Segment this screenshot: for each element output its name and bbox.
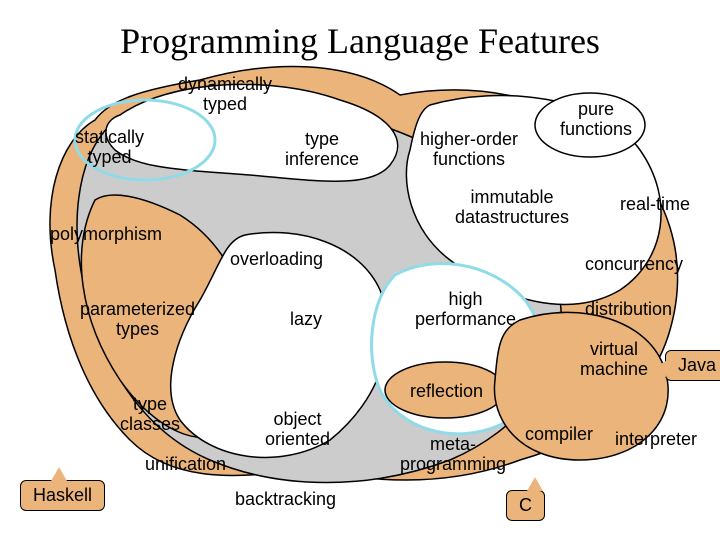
label-virtual-machine: virtual machine: [580, 340, 648, 380]
label-concurrency: concurrency: [585, 255, 683, 275]
label-compiler: compiler: [525, 425, 593, 445]
label-overloading: overloading: [230, 250, 323, 270]
label-interpreter: interpreter: [615, 430, 697, 450]
label-high-performance: high performance: [415, 290, 516, 330]
label-reflection: reflection: [410, 382, 483, 402]
label-higher-order-functions: higher-order functions: [420, 130, 518, 170]
label-statically-typed: statically typed: [75, 128, 144, 168]
label-parameterized-types: parameterized types: [80, 300, 195, 340]
callout-c: C: [506, 490, 545, 521]
callout-haskell: Haskell: [20, 480, 105, 511]
label-type-classes: type classes: [120, 395, 180, 435]
label-unification: unification: [145, 455, 226, 475]
label-pure-functions: pure functions: [560, 100, 632, 140]
label-distribution: distribution: [585, 300, 672, 320]
callout-java: Java: [665, 350, 720, 381]
label-immutable-datastructures: immutable datastructures: [455, 188, 569, 228]
label-polymorphism: polymorphism: [50, 225, 162, 245]
diagram-title: Programming Language Features: [0, 20, 720, 62]
label-real-time: real-time: [620, 195, 690, 215]
label-metaprogramming: meta- programming: [400, 435, 506, 475]
label-object-oriented: object oriented: [265, 410, 330, 450]
label-type-inference: type inference: [285, 130, 359, 170]
label-dynamically-typed: dynamically typed: [178, 75, 272, 115]
label-backtracking: backtracking: [235, 490, 336, 510]
label-lazy: lazy: [290, 310, 322, 330]
